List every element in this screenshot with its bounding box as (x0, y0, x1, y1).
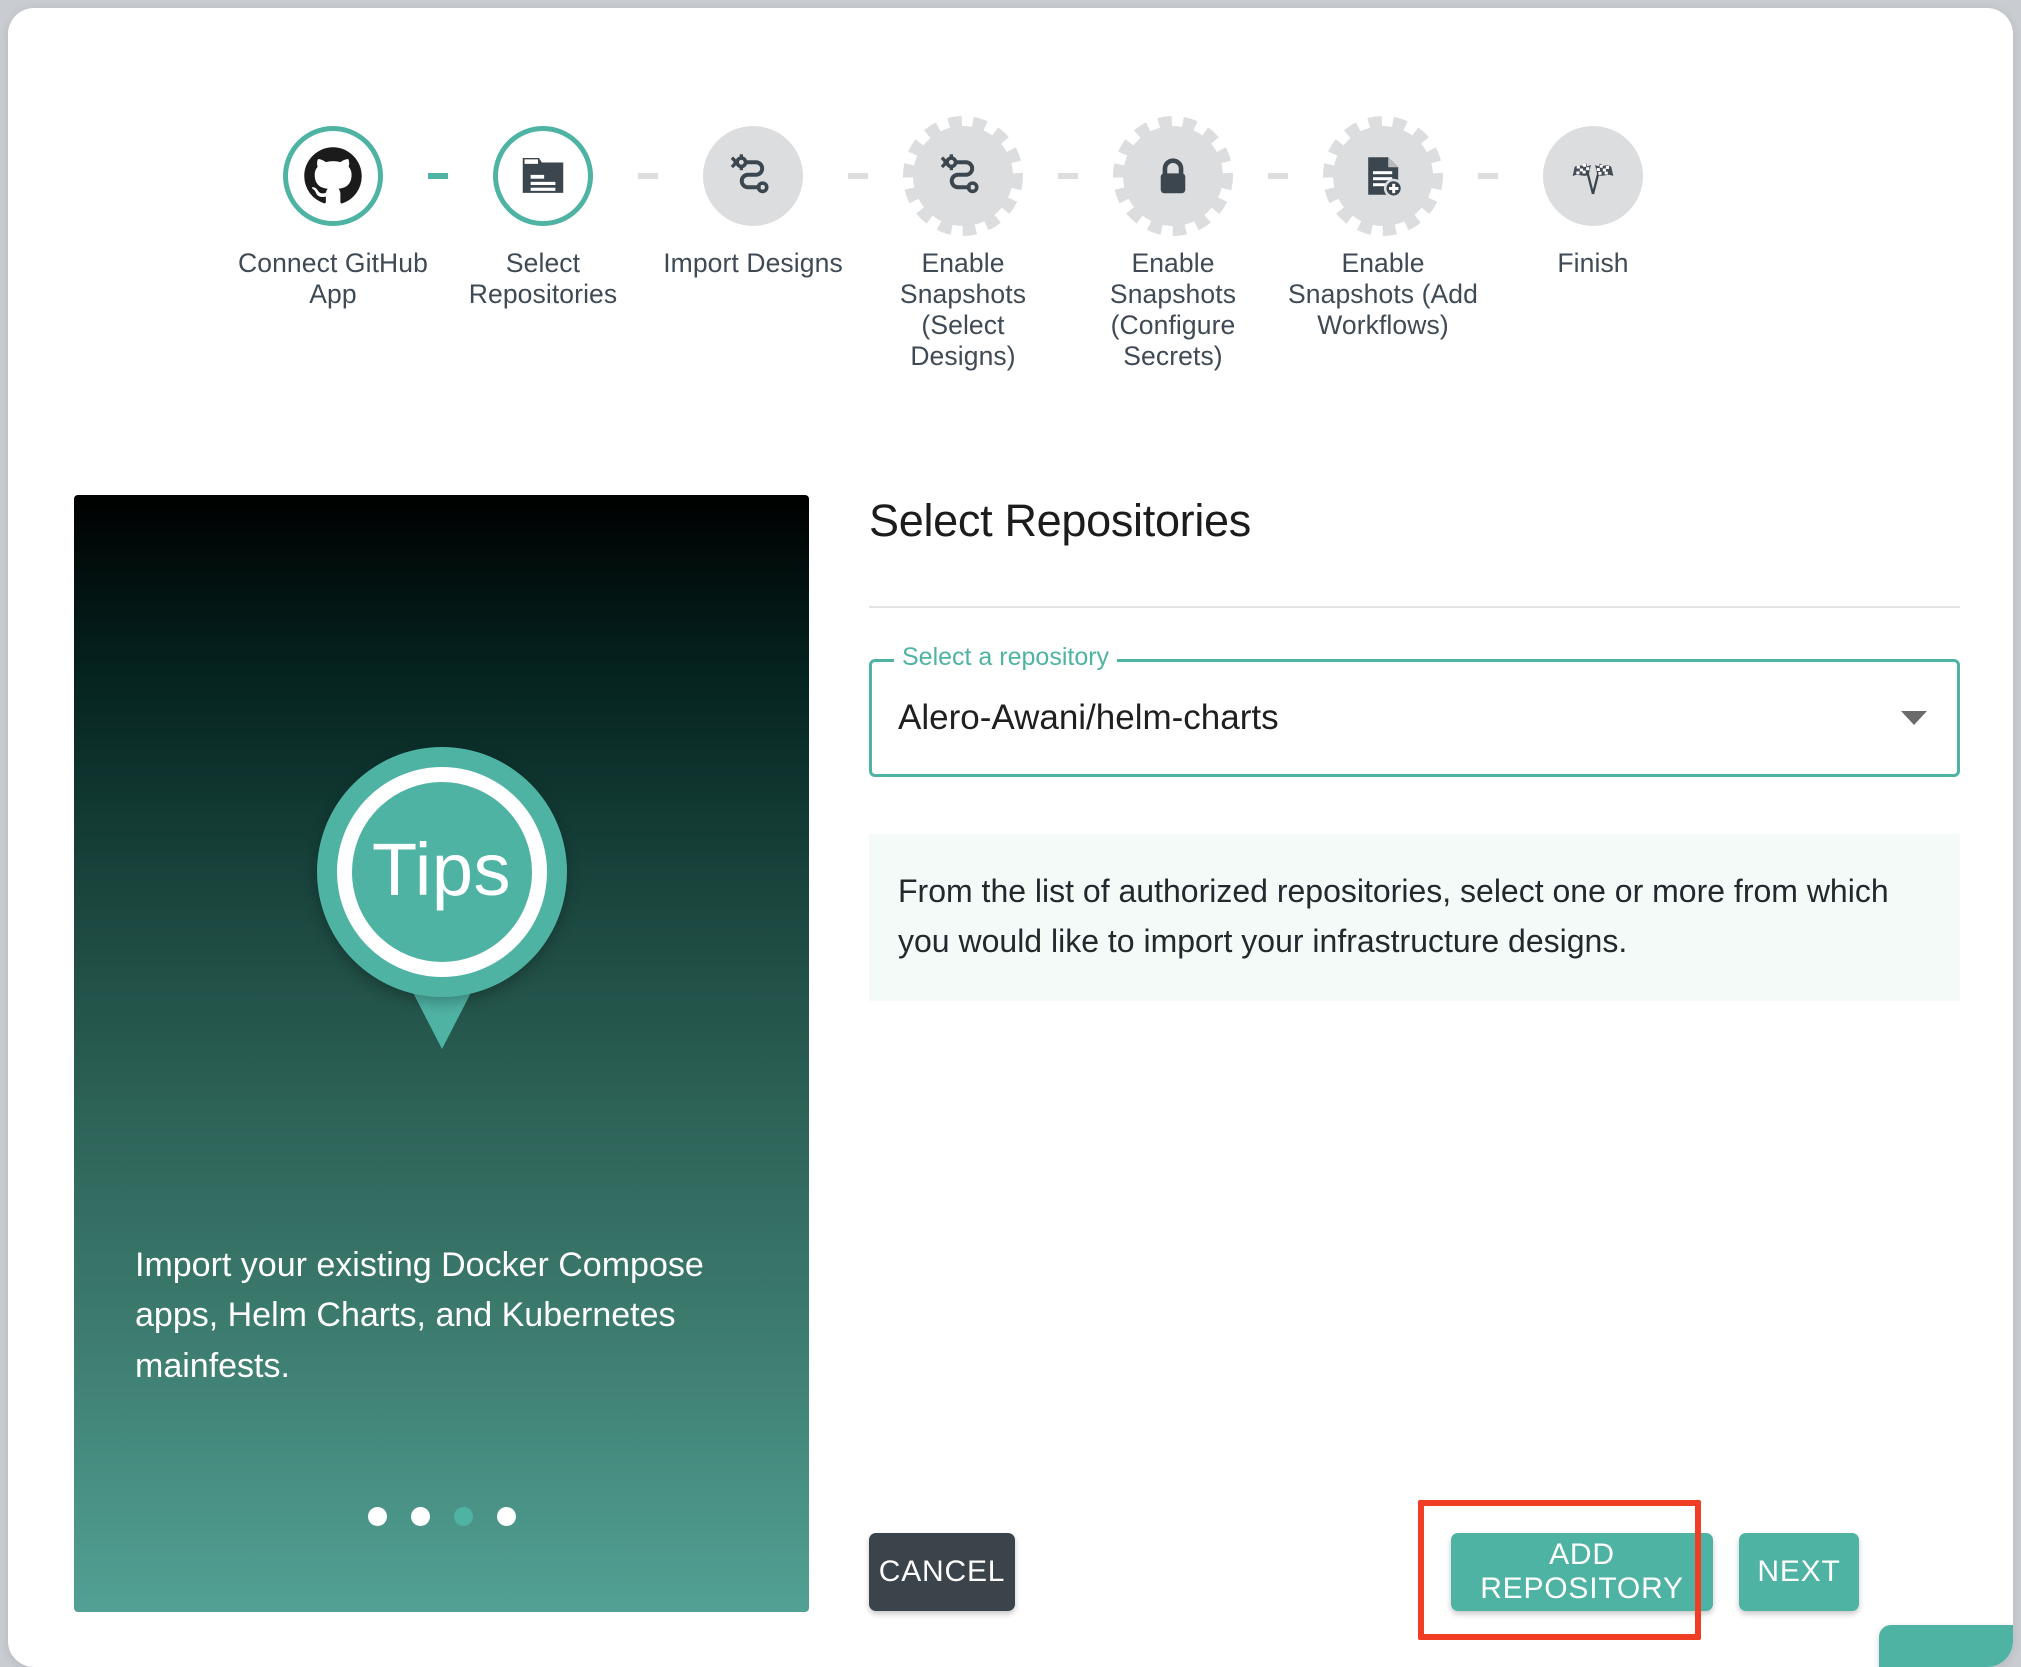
step-enable-snapshots-select-designs[interactable]: Enable Snapshots (Select Designs) (868, 116, 1058, 372)
step-connector-4 (1058, 173, 1078, 179)
carousel-dot-active[interactable] (453, 1507, 473, 1526)
step-enable-snapshots-add-workflows[interactable]: Enable Snapshots (Add Workflows) (1288, 116, 1478, 341)
chevron-down-icon[interactable] (1901, 711, 1927, 725)
lock-icon (1123, 126, 1223, 226)
wizard-footer: CANCEL ADD REPOSITORY NEXT (869, 1533, 1960, 1613)
step-label: Enable Snapshots (Add Workflows) (1288, 248, 1478, 340)
step-connector-1 (428, 173, 448, 179)
pin-head: Tips (316, 747, 567, 997)
repository-icon (493, 126, 593, 226)
next-button[interactable]: NEXT (1739, 1533, 1859, 1611)
add-repository-button[interactable]: ADD REPOSITORY (1451, 1533, 1713, 1611)
step-connect-github-app[interactable]: Connect GitHub App (238, 126, 428, 310)
wizard-card: Connect GitHub App Select Repositories I… (8, 8, 2013, 1667)
page-title: Select Repositories (869, 495, 1251, 546)
corner-action-button[interactable] (1879, 1625, 2013, 1667)
github-icon (283, 126, 383, 226)
step-icon-wrap (703, 126, 803, 226)
document-add-icon (1333, 126, 1433, 226)
repository-select[interactable]: Select a repository Alero-Awani/helm-cha… (869, 645, 1960, 777)
step-label: Enable Snapshots (Select Designs) (899, 248, 1027, 371)
tips-badge-label: Tips (371, 828, 512, 911)
pipeline-gear-icon (913, 126, 1013, 226)
step-icon-wrap (1543, 126, 1643, 226)
cancel-button[interactable]: CANCEL (869, 1533, 1015, 1611)
info-message: From the list of authorized repositories… (869, 834, 1960, 1002)
carousel-dot[interactable] (410, 1507, 430, 1526)
step-label: Finish (1557, 248, 1629, 278)
step-icon-wrap (1113, 116, 1233, 236)
tips-body-text: Import your existing Docker Compose apps… (135, 1246, 704, 1385)
step-connector-6 (1478, 173, 1498, 179)
pin-inner-ring: Tips (336, 767, 547, 977)
title-divider (869, 606, 1960, 608)
checkered-flags-icon (1543, 126, 1643, 226)
carousel-dot[interactable] (367, 1507, 387, 1526)
step-label: Select Repositories (468, 248, 618, 309)
repository-select-label: Select a repository (894, 645, 1118, 670)
step-connector-5 (1268, 173, 1288, 179)
step-select-repositories[interactable]: Select Repositories (448, 126, 638, 310)
step-icon-wrap (903, 116, 1023, 236)
tips-carousel-dots (74, 1507, 809, 1526)
step-finish[interactable]: Finish (1498, 126, 1688, 279)
step-icon-wrap (1323, 116, 1443, 236)
step-enable-snapshots-configure-secrets[interactable]: Enable Snapshots (Configure Secrets) (1078, 116, 1268, 372)
step-icon-wrap (283, 126, 383, 226)
step-label: Connect GitHub App (238, 248, 428, 309)
select-repositories-panel: Select Repositories Select a repository … (869, 495, 1960, 1002)
carousel-dot[interactable] (496, 1507, 516, 1526)
step-label: Enable Snapshots (Configure Secrets) (1109, 248, 1237, 371)
wizard-stepper: Connect GitHub App Select Repositories I… (238, 116, 1668, 372)
tips-pin-graphic: Tips (316, 747, 567, 1049)
step-connector-3 (848, 173, 868, 179)
repository-select-value: Alero-Awani/helm-charts (898, 698, 1279, 737)
step-connector-2 (638, 173, 658, 179)
step-label: Import Designs (663, 248, 843, 278)
step-icon-wrap (493, 126, 593, 226)
tips-card: Tips Import your existing Docker Compose… (74, 495, 809, 1612)
step-import-designs[interactable]: Import Designs (658, 126, 848, 279)
pipeline-icon (703, 126, 803, 226)
